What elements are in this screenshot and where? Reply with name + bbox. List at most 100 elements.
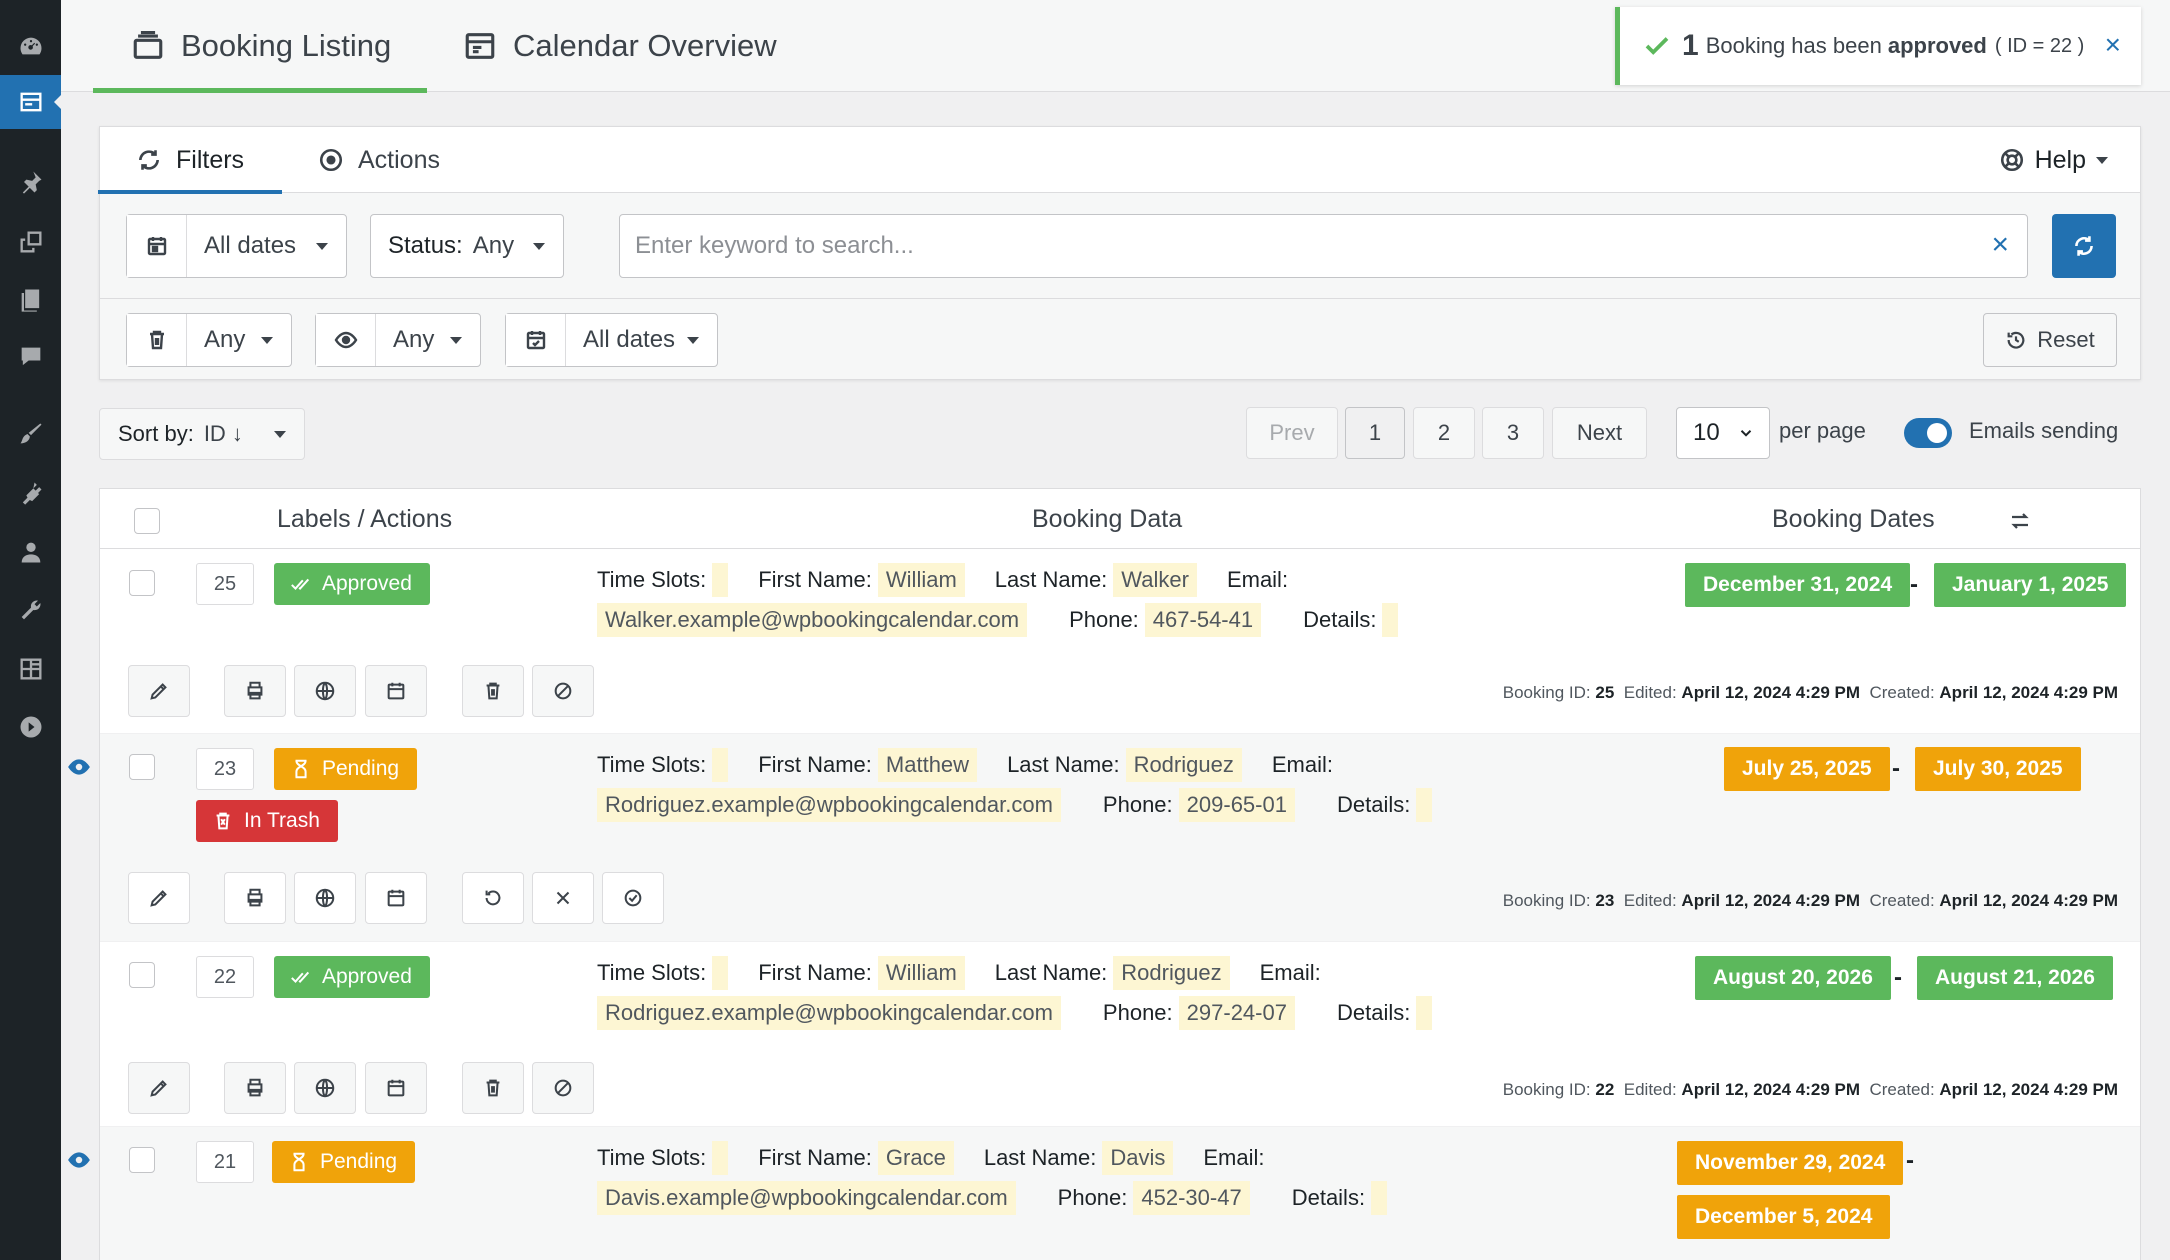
sort-by-dropdown[interactable]: Sort by: ID ↓ bbox=[99, 408, 305, 460]
unread-eye-icon[interactable] bbox=[66, 1147, 92, 1178]
header-booking-data: Booking Data bbox=[1032, 505, 1183, 533]
field-label: Email: bbox=[1226, 567, 1289, 592]
row-checkbox[interactable] bbox=[129, 1147, 155, 1173]
status-badge: Approved bbox=[274, 563, 430, 605]
close-icon bbox=[556, 891, 570, 905]
change-language-button[interactable] bbox=[294, 665, 356, 717]
field-label: Last Name: bbox=[994, 960, 1108, 985]
edit-button[interactable] bbox=[128, 665, 190, 717]
comments-icon[interactable] bbox=[0, 330, 61, 384]
appearance-icon[interactable] bbox=[0, 407, 61, 461]
dashboard-icon[interactable] bbox=[0, 20, 61, 74]
trash-badge-label: In Trash bbox=[244, 809, 320, 832]
search-input[interactable]: Enter keyword to search... × bbox=[619, 214, 2028, 278]
meta-label: Created: bbox=[1869, 683, 1935, 702]
edit-button[interactable] bbox=[128, 872, 190, 924]
tab-filters[interactable]: Filters bbox=[97, 127, 283, 194]
booking-calendar-menu-icon[interactable] bbox=[0, 75, 62, 129]
next-page-button[interactable]: Next bbox=[1552, 407, 1647, 459]
notice-close-button[interactable]: × bbox=[2105, 31, 2121, 59]
caret-down-icon bbox=[450, 336, 462, 344]
caret-down-icon bbox=[687, 336, 699, 344]
edit-icon bbox=[150, 890, 167, 907]
add-to-calendar-button[interactable] bbox=[365, 1062, 427, 1114]
help-dropdown[interactable]: Help bbox=[1999, 127, 2108, 193]
delete-permanently-button[interactable] bbox=[532, 872, 594, 924]
status-filter[interactable]: Status: Any bbox=[370, 214, 564, 278]
details-value bbox=[1416, 788, 1433, 822]
select-all-checkbox[interactable] bbox=[134, 508, 160, 534]
tab-booking-listing[interactable]: Booking Listing bbox=[92, 0, 428, 93]
set-pending-button[interactable] bbox=[532, 665, 594, 717]
change-language-button[interactable] bbox=[294, 1062, 356, 1114]
collapse-menu-icon[interactable] bbox=[0, 700, 61, 754]
row-checkbox[interactable] bbox=[129, 570, 155, 596]
per-page-label: per page bbox=[1779, 418, 1866, 443]
restore-button[interactable] bbox=[462, 872, 524, 924]
time-slots-value bbox=[712, 748, 729, 782]
trash-button[interactable] bbox=[462, 665, 524, 717]
tools-icon[interactable] bbox=[0, 583, 61, 637]
pages-icon[interactable] bbox=[0, 273, 61, 327]
dates-filter[interactable]: All dates bbox=[126, 214, 347, 278]
first-name-value: William bbox=[877, 563, 965, 597]
tab-actions[interactable]: Actions bbox=[318, 127, 440, 193]
change-language-button[interactable] bbox=[294, 872, 356, 924]
row-checkbox[interactable] bbox=[129, 754, 155, 780]
details-value bbox=[1371, 1181, 1388, 1215]
print-button[interactable] bbox=[224, 1062, 286, 1114]
booking-id-box: 25 bbox=[196, 563, 254, 605]
plugins-icon[interactable] bbox=[0, 466, 61, 520]
search-placeholder: Enter keyword to search... bbox=[635, 232, 914, 259]
field-label: Time Slots: bbox=[597, 752, 707, 777]
refresh-search-button[interactable] bbox=[2052, 214, 2116, 278]
trash-filter-value: Any bbox=[204, 326, 246, 353]
page-3-button[interactable]: 3 bbox=[1482, 407, 1544, 459]
reset-button[interactable]: Reset bbox=[1983, 313, 2117, 367]
field-label: Last Name: bbox=[994, 567, 1108, 592]
per-page-select[interactable]: 10 bbox=[1676, 407, 1770, 459]
field-label: Last Name: bbox=[983, 1145, 1097, 1170]
users-icon[interactable] bbox=[0, 525, 61, 579]
add-to-calendar-button[interactable] bbox=[365, 872, 427, 924]
clear-search-button[interactable]: × bbox=[1991, 229, 2009, 261]
dates-filter-value: All dates bbox=[204, 232, 297, 259]
date-dash: - bbox=[1892, 755, 1900, 782]
ban-icon bbox=[554, 1079, 572, 1097]
field-label: Email: bbox=[1271, 752, 1333, 777]
table-row: 23 Pending In Trash Time Slots: First Na… bbox=[68, 734, 2140, 942]
date-dash: - bbox=[1906, 1147, 1914, 1174]
read-status-filter[interactable]: Any bbox=[315, 313, 481, 367]
date-from: August 20, 2026 bbox=[1695, 956, 1891, 1000]
edit-button[interactable] bbox=[128, 1062, 190, 1114]
calendar-icon bbox=[387, 889, 405, 907]
pin-icon[interactable] bbox=[0, 155, 61, 209]
set-pending-button[interactable] bbox=[532, 1062, 594, 1114]
emails-sending-toggle[interactable] bbox=[1904, 418, 1952, 448]
meta-label: Created: bbox=[1869, 1080, 1935, 1099]
trash-filter[interactable]: Any bbox=[126, 313, 292, 367]
print-button[interactable] bbox=[224, 872, 286, 924]
unread-eye-icon[interactable] bbox=[66, 754, 92, 785]
phone-value: 452-30-47 bbox=[1133, 1181, 1250, 1215]
field-label: Email: bbox=[1203, 1145, 1265, 1170]
panel-divider bbox=[100, 298, 2140, 299]
row-checkbox[interactable] bbox=[129, 962, 155, 988]
page-1-button[interactable]: 1 bbox=[1345, 407, 1405, 459]
creation-date-filter[interactable]: All dates bbox=[505, 313, 718, 367]
filters-icon bbox=[139, 150, 159, 170]
settings-icon[interactable] bbox=[0, 642, 61, 696]
print-button[interactable] bbox=[224, 665, 286, 717]
bookings-table: Labels / Actions Booking Data Booking Da… bbox=[68, 488, 2141, 1260]
media-icon[interactable] bbox=[0, 215, 61, 269]
prev-page-button[interactable]: Prev bbox=[1246, 407, 1338, 459]
meta-label: Edited: bbox=[1623, 683, 1677, 702]
page-2-button[interactable]: 2 bbox=[1413, 407, 1475, 459]
trash-button[interactable] bbox=[462, 1062, 524, 1114]
approve-button[interactable] bbox=[602, 872, 664, 924]
phone-value: 297-24-07 bbox=[1178, 996, 1295, 1030]
swap-dates-icon[interactable] bbox=[2008, 509, 2032, 533]
tab-calendar-overview[interactable]: Calendar Overview bbox=[463, 0, 777, 92]
add-to-calendar-button[interactable] bbox=[365, 665, 427, 717]
status-badge: Approved bbox=[274, 956, 430, 998]
